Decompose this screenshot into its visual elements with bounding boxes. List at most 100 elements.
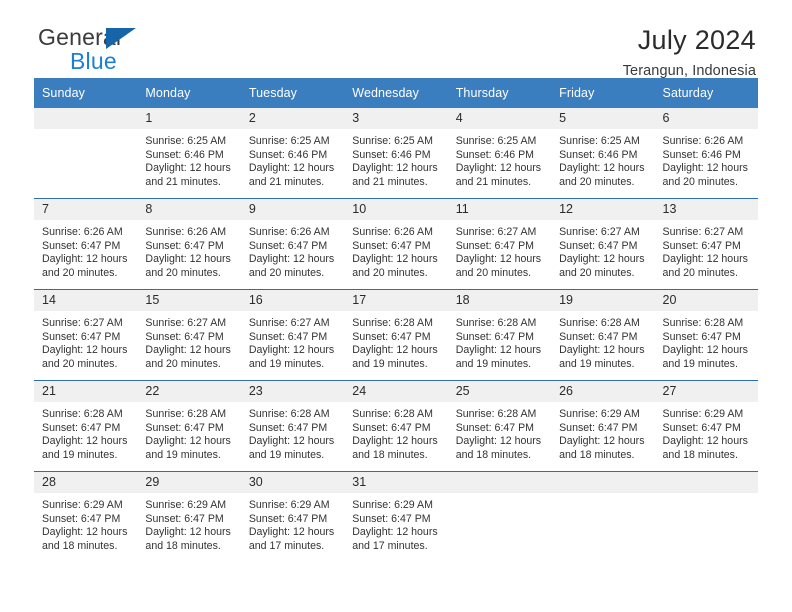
calendar-day-cell[interactable]: 30 Sunrise: 6:29 AM Sunset: 6:47 PM Dayligh… bbox=[240, 471, 345, 562]
sunset-text: Sunset: 6:47 PM bbox=[455, 421, 535, 434]
day-details: Sunrise: 6:26 AM Sunset: 6:47 PM Daylight:… bbox=[241, 220, 344, 280]
calendar-day-cell[interactable]: 15 Sunrise: 6:27 AM Sunset: 6:47 PM Dayligh… bbox=[137, 289, 241, 381]
calendar-week-row: 1 Sunrise: 6:25 AM Sunset: 6:46 PM Daylight… bbox=[34, 108, 758, 199]
sunset-text: Sunset: 6:47 PM bbox=[145, 330, 224, 343]
day-number bbox=[34, 108, 138, 129]
page-title: July 2024 bbox=[637, 25, 756, 55]
daylight-text-cont: and 19 minutes. bbox=[145, 448, 221, 461]
day-details: Sunrise: 6:25 AM Sunset: 6:46 PM Daylight:… bbox=[241, 129, 344, 189]
sunrise-text: Sunrise: 6:26 AM bbox=[42, 226, 123, 238]
calendar-day-cell[interactable]: 1 Sunrise: 6:25 AM Sunset: 6:46 PM Daylight… bbox=[137, 108, 241, 199]
daylight-text: Daylight: 12 hours bbox=[248, 253, 335, 266]
sunset-text: Sunset: 6:47 PM bbox=[145, 239, 224, 252]
day-number: 12 bbox=[551, 199, 655, 220]
calendar-day-cell[interactable]: 7 Sunrise: 6:26 AM Sunset: 6:47 PM Daylight… bbox=[34, 198, 138, 290]
calendar-day-cell[interactable]: 18 Sunrise: 6:28 AM Sunset: 6:47 PM Dayligh… bbox=[447, 289, 552, 381]
sunset-text: Sunset: 6:47 PM bbox=[145, 421, 224, 434]
day-number: 13 bbox=[654, 199, 758, 220]
sunrise-text: Sunrise: 6:29 AM bbox=[662, 408, 744, 420]
calendar-day-cell[interactable]: 19 Sunrise: 6:28 AM Sunset: 6:47 PM Dayligh… bbox=[551, 289, 655, 381]
daylight-text-cont: and 19 minutes. bbox=[42, 448, 118, 461]
weekday-header-monday: Monday bbox=[137, 78, 241, 108]
sunset-text: Sunset: 6:46 PM bbox=[145, 148, 224, 161]
day-details: Sunrise: 6:26 AM Sunset: 6:46 PM Daylight:… bbox=[655, 129, 758, 189]
calendar-day-cell[interactable]: 20 Sunrise: 6:28 AM Sunset: 6:47 PM Dayligh… bbox=[654, 289, 758, 381]
day-details: Sunrise: 6:25 AM Sunset: 6:46 PM Daylight:… bbox=[551, 129, 654, 189]
daylight-text: Daylight: 12 hours bbox=[248, 162, 335, 175]
calendar-day-cell[interactable]: 26 Sunrise: 6:29 AM Sunset: 6:47 PM Dayligh… bbox=[551, 380, 655, 472]
weekday-header-sunday: Sunday bbox=[34, 78, 138, 108]
calendar-day-cell[interactable]: 10 Sunrise: 6:26 AM Sunset: 6:47 PM Dayligh… bbox=[344, 198, 448, 290]
sunset-text: Sunset: 6:47 PM bbox=[662, 239, 741, 252]
calendar-day-cell[interactable]: 16 Sunrise: 6:27 AM Sunset: 6:47 PM Dayligh… bbox=[240, 289, 345, 381]
calendar-day-cell[interactable]: 2 Sunrise: 6:25 AM Sunset: 6:46 PM Daylight… bbox=[240, 108, 345, 199]
daylight-text-cont: and 17 minutes. bbox=[352, 539, 428, 552]
calendar-day-cell[interactable]: 28 Sunrise: 6:29 AM Sunset: 6:47 PM Dayligh… bbox=[34, 471, 138, 562]
day-number: 27 bbox=[654, 381, 758, 402]
calendar-day-cell[interactable]: 4 Sunrise: 6:25 AM Sunset: 6:46 PM Daylight… bbox=[447, 108, 552, 199]
daylight-text-cont: and 20 minutes. bbox=[42, 357, 118, 370]
day-details: Sunrise: 6:29 AM Sunset: 6:47 PM Daylight:… bbox=[344, 493, 447, 553]
calendar-day-cell[interactable]: 12 Sunrise: 6:27 AM Sunset: 6:47 PM Dayligh… bbox=[551, 198, 655, 290]
calendar-body: 1 Sunrise: 6:25 AM Sunset: 6:46 PM Daylight… bbox=[34, 108, 758, 562]
daylight-text-cont: and 18 minutes. bbox=[559, 448, 635, 461]
daylight-text: Daylight: 12 hours bbox=[455, 344, 542, 357]
daylight-text: Daylight: 12 hours bbox=[42, 253, 128, 266]
calendar-day-cell[interactable]: 25 Sunrise: 6:28 AM Sunset: 6:47 PM Dayligh… bbox=[447, 380, 552, 472]
day-number: 15 bbox=[137, 290, 241, 311]
sunrise-text: Sunrise: 6:28 AM bbox=[662, 317, 744, 329]
calendar-day-cell[interactable]: 17 Sunrise: 6:28 AM Sunset: 6:47 PM Dayligh… bbox=[344, 289, 448, 381]
calendar-day-cell[interactable]: 29 Sunrise: 6:29 AM Sunset: 6:47 PM Dayligh… bbox=[137, 471, 241, 562]
day-number: 25 bbox=[447, 381, 552, 402]
day-number: 28 bbox=[34, 472, 138, 493]
daylight-text: Daylight: 12 hours bbox=[248, 435, 335, 448]
calendar-day-cell[interactable]: 6 Sunrise: 6:26 AM Sunset: 6:46 PM Daylight… bbox=[654, 108, 758, 199]
sunrise-text: Sunrise: 6:25 AM bbox=[145, 135, 227, 147]
calendar-day-cell[interactable]: 13 Sunrise: 6:27 AM Sunset: 6:47 PM Dayligh… bbox=[654, 198, 758, 290]
day-details: Sunrise: 6:26 AM Sunset: 6:47 PM Daylight:… bbox=[137, 220, 240, 280]
brand-logo[interactable]: General Blue bbox=[34, 26, 218, 76]
calendar-day-cell[interactable]: 14 Sunrise: 6:27 AM Sunset: 6:47 PM Dayligh… bbox=[34, 289, 138, 381]
daylight-text-cont: and 19 minutes. bbox=[352, 357, 428, 370]
sunset-text: Sunset: 6:47 PM bbox=[352, 239, 431, 252]
daylight-text-cont: and 18 minutes. bbox=[42, 539, 118, 552]
daylight-text: Daylight: 12 hours bbox=[455, 435, 542, 448]
daylight-text-cont: and 18 minutes. bbox=[352, 448, 428, 461]
calendar-day-cell[interactable]: 27 Sunrise: 6:29 AM Sunset: 6:47 PM Dayligh… bbox=[654, 380, 758, 472]
calendar-day-cell[interactable]: 3 Sunrise: 6:25 AM Sunset: 6:46 PM Daylight… bbox=[344, 108, 448, 199]
daylight-text: Daylight: 12 hours bbox=[42, 526, 128, 539]
daylight-text: Daylight: 12 hours bbox=[248, 526, 335, 539]
calendar-day-cell[interactable]: 9 Sunrise: 6:26 AM Sunset: 6:47 PM Daylight… bbox=[240, 198, 345, 290]
weekday-header-tuesday: Tuesday bbox=[240, 78, 345, 108]
daylight-text-cont: and 20 minutes. bbox=[662, 266, 738, 279]
calendar-day-cell[interactable]: 24 Sunrise: 6:28 AM Sunset: 6:47 PM Dayligh… bbox=[344, 380, 448, 472]
calendar-day-cell[interactable]: 23 Sunrise: 6:28 AM Sunset: 6:47 PM Dayligh… bbox=[240, 380, 345, 472]
day-number: 29 bbox=[137, 472, 241, 493]
calendar-day-cell[interactable]: 5 Sunrise: 6:25 AM Sunset: 6:46 PM Daylight… bbox=[551, 108, 655, 199]
sunset-text: Sunset: 6:47 PM bbox=[42, 239, 121, 252]
weekday-header-friday: Friday bbox=[551, 78, 655, 108]
day-details: Sunrise: 6:26 AM Sunset: 6:47 PM Daylight:… bbox=[344, 220, 447, 280]
daylight-text: Daylight: 12 hours bbox=[42, 344, 128, 357]
calendar-page: General Blue July 2024 Terangun, Indones… bbox=[0, 0, 792, 612]
sunrise-text: Sunrise: 6:27 AM bbox=[455, 226, 537, 238]
calendar-day-cell[interactable]: 22 Sunrise: 6:28 AM Sunset: 6:47 PM Dayligh… bbox=[137, 380, 241, 472]
sunset-text: Sunset: 6:46 PM bbox=[662, 148, 741, 161]
calendar-week-row: 28 Sunrise: 6:29 AM Sunset: 6:47 PM Dayligh… bbox=[34, 471, 758, 562]
day-number: 7 bbox=[34, 199, 138, 220]
daylight-text-cont: and 20 minutes. bbox=[662, 175, 738, 188]
day-details: Sunrise: 6:25 AM Sunset: 6:46 PM Daylight:… bbox=[344, 129, 447, 189]
daylight-text-cont: and 21 minutes. bbox=[352, 175, 428, 188]
daylight-text: Daylight: 12 hours bbox=[559, 253, 645, 266]
day-number: 8 bbox=[137, 199, 241, 220]
daylight-text-cont: and 19 minutes. bbox=[662, 357, 738, 370]
calendar-day-cell[interactable]: 31 Sunrise: 6:29 AM Sunset: 6:47 PM Dayligh… bbox=[344, 471, 448, 562]
calendar-day-cell[interactable]: 8 Sunrise: 6:26 AM Sunset: 6:47 PM Daylight… bbox=[137, 198, 241, 290]
day-details: Sunrise: 6:27 AM Sunset: 6:47 PM Daylight:… bbox=[448, 220, 551, 280]
day-number bbox=[551, 472, 655, 493]
day-details: Sunrise: 6:28 AM Sunset: 6:47 PM Daylight:… bbox=[241, 402, 344, 462]
sunrise-text: Sunrise: 6:28 AM bbox=[352, 408, 433, 420]
sunset-text: Sunset: 6:47 PM bbox=[145, 512, 224, 525]
calendar-day-cell[interactable]: 11 Sunrise: 6:27 AM Sunset: 6:47 PM Dayligh… bbox=[447, 198, 552, 290]
calendar-day-cell[interactable]: 21 Sunrise: 6:28 AM Sunset: 6:47 PM Dayligh… bbox=[34, 380, 138, 472]
